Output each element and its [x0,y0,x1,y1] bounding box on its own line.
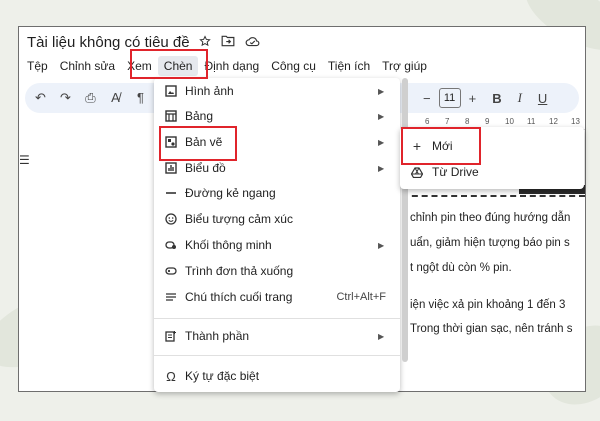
document-text-line: t ngột dù còn % pin. [410,262,512,274]
footnote-icon [164,291,178,303]
document-text-line: uẩn, giảm hiện tượng báo pin s [410,237,570,249]
menu-extensions[interactable]: Tiện ích [322,56,376,76]
highlight-drawing-item [159,126,237,161]
emoji-icon [164,213,178,225]
italic-button[interactable]: I [518,90,522,106]
image-icon [164,85,178,97]
redo-icon[interactable]: ↷ [58,90,73,106]
menu-tools[interactable]: Công cụ [265,56,322,76]
menu-item-building-blocks[interactable]: Thành phần ▶ [154,323,400,349]
menu-scrollbar[interactable] [402,78,408,362]
chevron-right-icon: ▶ [378,240,385,250]
highlight-insert-menu [130,49,208,79]
menu-bar: Tệp Chỉnh sửa Xem Chèn Định dạng Công cụ… [19,56,433,76]
increase-font-size-button[interactable]: + [469,91,477,106]
undo-icon[interactable]: ↶ [33,90,48,106]
menu-item-image[interactable]: Hình ảnh ▶ [154,78,400,104]
highlight-new-item [401,127,481,165]
chevron-right-icon: ▶ [378,86,385,96]
menu-divider [154,318,400,319]
document-text-line: chỉnh pin theo đúng hướng dẫn [410,212,571,224]
dropdown-icon [164,265,178,277]
document-dashed-line [402,195,585,197]
document-text-line: iện việc xả pin khoảng 1 đến 3 [410,299,566,311]
title-icons [199,35,260,47]
menu-item-horizontal-line[interactable]: Đường kẻ ngang [154,180,400,206]
chart-icon [164,162,178,174]
menu-format[interactable]: Định dạng [198,56,265,76]
print-icon[interactable]: ⎙ [83,90,98,106]
bold-button[interactable]: B [492,91,501,106]
horizontal-line-icon [164,187,178,199]
menu-edit[interactable]: Chỉnh sửa [54,56,121,76]
document-text-line: Trong thời gian sạc, nên tránh s [410,323,573,335]
drive-icon [410,166,424,178]
table-icon [164,110,178,122]
menu-file[interactable]: Tệp [19,56,54,76]
ruler-number: 13 [571,117,580,126]
building-blocks-icon [164,330,178,342]
menu-item-smart-chips[interactable]: Khối thông minh ▶ [154,232,400,258]
ruler-number: 9 [485,117,490,126]
font-size-input[interactable]: 11 [438,88,461,108]
menu-item-special-characters[interactable]: Ω Ký tự đặc biệt [154,363,400,389]
star-icon[interactable] [199,35,211,47]
ruler-number: 11 [527,117,536,126]
ruler-number: 7 [445,117,450,126]
ruler-number: 6 [425,117,430,126]
smart-chips-icon [164,239,178,251]
underline-button[interactable]: U [538,91,547,106]
footnote-shortcut: Ctrl+Alt+F [336,291,386,303]
menu-help[interactable]: Trợ giúp [376,56,433,76]
folder-move-icon[interactable] [221,35,235,47]
menu-item-footnote[interactable]: Chú thích cuối trang Ctrl+Alt+F [154,284,400,310]
decrease-font-size-button[interactable]: − [423,91,431,106]
menu-divider [154,355,400,356]
chevron-right-icon: ▶ [378,137,385,147]
ruler-number: 8 [465,117,470,126]
cloud-status-icon[interactable] [245,36,260,47]
ruler-number: 10 [505,117,514,126]
omega-icon: Ω [166,368,176,384]
outline-icon[interactable]: ☰ [19,153,30,167]
spellcheck-icon[interactable]: A̸ [108,90,123,106]
chevron-right-icon: ▶ [378,111,385,121]
paint-format-icon[interactable]: ¶ [133,90,148,106]
chevron-right-icon: ▶ [378,163,385,173]
ruler-number: 12 [549,117,558,126]
chevron-right-icon: ▶ [378,331,385,341]
menu-item-dropdown[interactable]: Trình đơn thả xuống [154,258,400,284]
menu-item-emoji[interactable]: Biểu tượng cảm xúc [154,206,400,232]
